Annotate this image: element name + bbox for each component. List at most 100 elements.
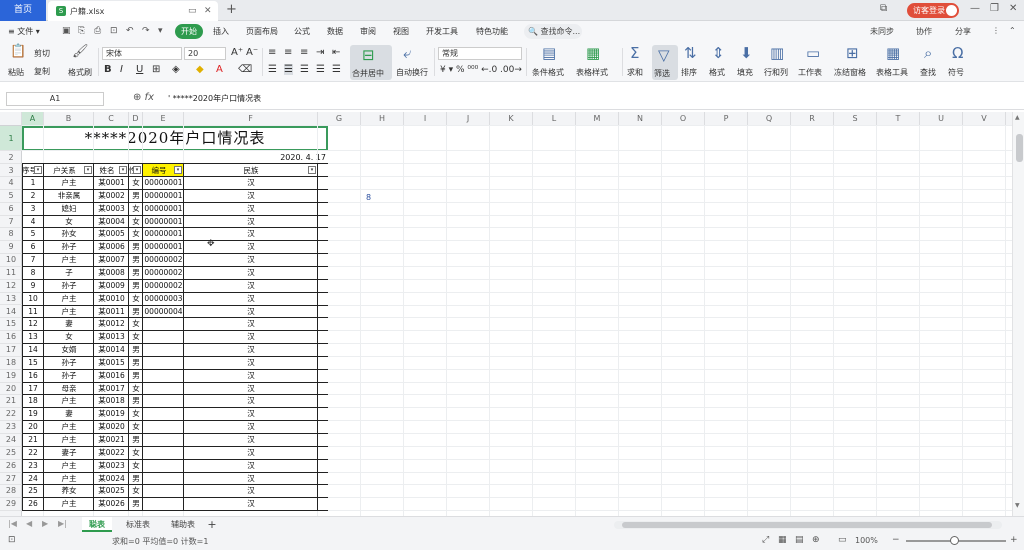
scroll-up-icon[interactable]: ▲ (1015, 114, 1020, 121)
row-header-3[interactable]: 3 (0, 164, 22, 177)
column-header-b[interactable]: B (44, 112, 94, 126)
row-header-8[interactable]: 8 (0, 228, 22, 242)
sync-status[interactable]: 未同步 (870, 26, 894, 37)
bold-icon[interactable]: B (104, 64, 112, 75)
column-header-o[interactable]: O (662, 112, 705, 126)
sum-button[interactable]: 求和 (627, 67, 643, 78)
increase-font-icon[interactable]: A⁺ (231, 47, 243, 58)
font-color-icon[interactable]: A (216, 64, 223, 75)
minimize-icon[interactable]: — (970, 3, 980, 14)
row-header-16[interactable]: 16 (0, 331, 22, 345)
format-painter-button[interactable]: 格式刷 (68, 67, 92, 78)
zoom-slider[interactable] (906, 536, 1006, 545)
row-header-26[interactable]: 26 (0, 460, 22, 473)
column-header-k[interactable]: K (490, 112, 533, 126)
command-search[interactable]: 🔍 查找命令... (524, 24, 582, 39)
column-header-t[interactable]: T (877, 112, 920, 126)
fullscreen-icon[interactable]: ⤢ (762, 535, 769, 545)
italic-icon[interactable]: I (120, 64, 123, 75)
filter-button[interactable]: ▽ 筛选 (652, 45, 678, 80)
column-header-p[interactable]: P (705, 112, 748, 126)
sort-button[interactable]: 排序 (681, 67, 697, 78)
formula-input[interactable]: ' *****2020年户口情况表 (168, 93, 261, 104)
column-header-d[interactable]: D (129, 112, 143, 126)
column-header-n[interactable]: N (619, 112, 662, 126)
scroll-down-icon[interactable]: ▼ (1015, 502, 1020, 509)
border-icon[interactable]: ⊞ (152, 64, 160, 75)
column-header-r[interactable]: R (791, 112, 834, 126)
filter-dropdown-icon[interactable]: ▾ (119, 166, 127, 174)
row-header-19[interactable]: 19 (0, 370, 22, 383)
menu-page-layout-tab[interactable]: 页面布局 (246, 26, 278, 37)
cell-area[interactable]: *****2020年户口情况表 2020. 4. 17 8 ✥ 序号 ▾ 户关系 ▾ 姓… (22, 125, 1012, 516)
row-header-6[interactable]: 6 (0, 203, 22, 216)
menu-view-tab[interactable]: 视图 (393, 26, 409, 37)
distribute-icon[interactable]: ☰ (332, 64, 341, 75)
align-right-icon[interactable]: ☰ (300, 64, 309, 75)
zoom-slider-knob[interactable] (950, 536, 959, 545)
horizontal-scroll-thumb[interactable] (622, 522, 992, 528)
conditional-format-button[interactable]: 条件格式 (532, 67, 564, 78)
column-header-c[interactable]: C (94, 112, 129, 126)
maximize-icon[interactable]: ❐ (990, 3, 999, 14)
row-header-28[interactable]: 28 (0, 485, 22, 499)
format-painter-icon[interactable]: 🖌 (72, 44, 89, 59)
menu-formula-tab[interactable]: 公式 (294, 26, 310, 37)
row-header-5[interactable]: 5 (0, 190, 22, 203)
row-header-1[interactable]: 1 (0, 126, 22, 151)
filter-dropdown-icon[interactable]: ▾ (84, 166, 92, 174)
table-style-icon[interactable]: ▦ (586, 44, 600, 62)
export-icon[interactable]: ⎘ (78, 26, 85, 36)
menu-review-tab[interactable]: 审阅 (360, 26, 376, 37)
column-header-q[interactable]: Q (748, 112, 791, 126)
row-header-29[interactable]: 29 (0, 498, 22, 512)
font-size-select[interactable]: 20 (184, 47, 226, 60)
close-tab-icon[interactable]: ✕ (204, 6, 212, 16)
row-header-9[interactable]: 9 (0, 241, 22, 255)
menu-devtools-tab[interactable]: 开发工具 (426, 26, 458, 37)
column-header-m[interactable]: M (576, 112, 619, 126)
home-tab[interactable]: 首页 (0, 0, 46, 21)
fill-button[interactable]: 填充 (737, 67, 753, 78)
prev-sheet-icon[interactable]: ◀ (26, 519, 32, 528)
column-header-u[interactable]: U (920, 112, 963, 126)
symbol-button[interactable]: 符号 (948, 67, 964, 78)
align-top-icon[interactable]: ≡ (268, 47, 276, 58)
row-header-13[interactable]: 13 (0, 293, 22, 306)
row-col-icon[interactable]: ▥ (770, 44, 784, 62)
row-header-27[interactable]: 27 (0, 473, 22, 486)
add-sheet-icon[interactable]: + (205, 517, 219, 532)
symbol-icon[interactable]: Ω (952, 44, 963, 62)
find-icon[interactable]: ⌕ (924, 44, 932, 62)
column-header-v[interactable]: V (963, 112, 1006, 126)
justify-icon[interactable]: ☰ (316, 64, 325, 75)
close-window-icon[interactable]: ✕ (1009, 3, 1017, 14)
cell-g4[interactable]: 8 (366, 193, 371, 202)
outdent-icon[interactable]: ⇤ (332, 47, 340, 58)
table-style-button[interactable]: 表格样式 (576, 67, 608, 78)
preview-icon[interactable]: ⊡ (110, 26, 118, 36)
format-button[interactable]: 格式 (709, 67, 725, 78)
page-break-view-icon[interactable]: ⊕ (812, 535, 820, 545)
collaborate-button[interactable]: 协作 (916, 26, 932, 37)
row-header-14[interactable]: 14 (0, 306, 22, 319)
qa-dropdown-icon[interactable]: ▾ (158, 26, 163, 36)
reading-mode-icon[interactable]: ▭ (838, 535, 847, 545)
paste-icon[interactable]: 📋 (10, 44, 26, 59)
column-header-h[interactable]: H (361, 112, 404, 126)
redo-icon[interactable]: ↷ (142, 26, 150, 36)
row-header-11[interactable]: 11 (0, 267, 22, 280)
table-tools-button[interactable]: 表格工具 (876, 67, 908, 78)
column-header-i[interactable]: I (404, 112, 447, 126)
vertical-scrollbar[interactable]: ▲ ▼ (1012, 112, 1024, 516)
underline-icon[interactable]: U (136, 64, 143, 75)
freeze-panes-button[interactable]: 冻结窗格 (834, 67, 866, 78)
number-format-select[interactable]: 常规 (438, 47, 522, 60)
paste-button[interactable]: 粘贴 (8, 67, 24, 78)
merge-center-button[interactable]: ⊟ 合并居中 (350, 45, 392, 80)
row-header-18[interactable]: 18 (0, 357, 22, 370)
collapse-ribbon-icon[interactable]: ⌃ (1009, 26, 1016, 35)
restore-tab-icon[interactable]: ▭ (188, 6, 197, 16)
row-header-20[interactable]: 20 (0, 383, 22, 396)
share-button[interactable]: 分享 (955, 26, 971, 37)
